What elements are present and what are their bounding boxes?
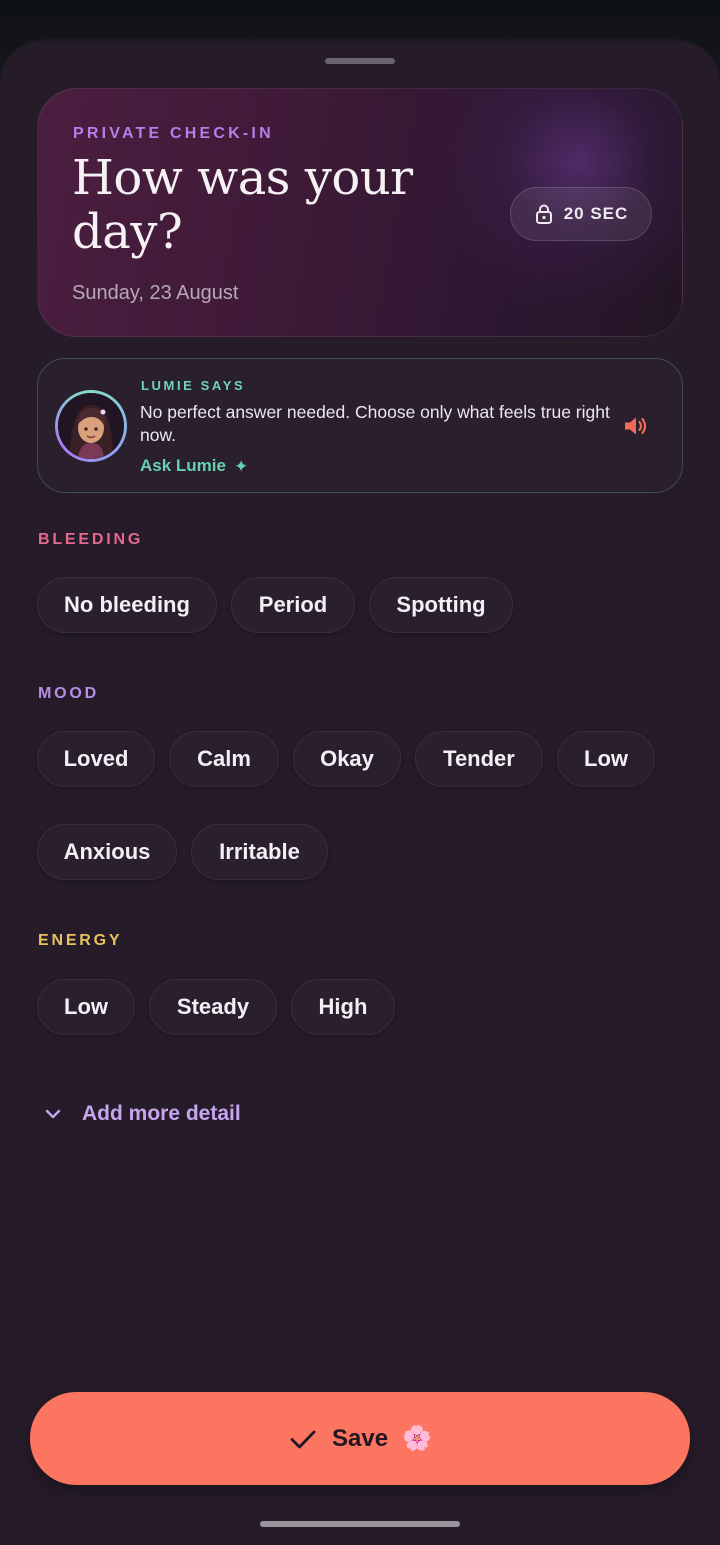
speaker-icon[interactable] <box>623 414 649 438</box>
check-in-header-card: PRIVATE CHECK-IN How was your day? Sunda… <box>37 88 683 337</box>
sheet-grabber[interactable] <box>325 58 395 64</box>
mood-option-loved[interactable]: Loved <box>37 731 155 787</box>
page-title: How was your day? <box>72 150 413 260</box>
bleeding-option-spotting[interactable]: Spotting <box>369 577 513 633</box>
timer-badge: 20 SEC <box>510 187 652 241</box>
mood-option-calm[interactable]: Calm <box>169 731 279 787</box>
sparkle-icon: ✦ <box>233 456 249 476</box>
add-more-detail-toggle[interactable]: Add more detail <box>42 1102 241 1126</box>
bleeding-option-period[interactable]: Period <box>231 577 355 633</box>
mood-section-label: MOOD <box>38 685 99 702</box>
energy-option-steady[interactable]: Steady <box>149 979 277 1035</box>
energy-option-high[interactable]: High <box>291 979 395 1035</box>
save-label: Save <box>332 1424 389 1452</box>
mood-option-anxious[interactable]: Anxious <box>37 824 177 880</box>
chevron-down-icon <box>45 1109 61 1119</box>
mood-option-okay[interactable]: Okay <box>293 731 401 787</box>
lumie-avatar-icon <box>58 393 124 459</box>
home-indicator[interactable] <box>260 1521 460 1527</box>
mood-option-irritable[interactable]: Irritable <box>191 824 328 880</box>
cherry-blossom-icon: 🌸 <box>402 1424 432 1452</box>
lumie-eyebrow: LUMIE SAYS <box>141 378 246 393</box>
bleeding-section-label: BLEEDING <box>38 531 144 548</box>
ask-lumie-label: Ask Lumie <box>140 456 226 475</box>
timer-label: 20 SEC <box>563 204 629 223</box>
ask-lumie-link[interactable]: Ask Lumie ✦ <box>140 456 248 476</box>
mood-option-tender[interactable]: Tender <box>415 731 543 787</box>
check-in-sheet: PRIVATE CHECK-IN How was your day? Sunda… <box>0 41 720 1545</box>
add-more-detail-label: Add more detail <box>82 1102 241 1125</box>
header-date: Sunday, 23 August <box>72 282 239 304</box>
save-button[interactable]: Save 🌸 <box>30 1392 690 1485</box>
header-eyebrow: PRIVATE CHECK-IN <box>73 125 274 142</box>
lumie-card: LUMIE SAYS No perfect answer needed. Cho… <box>37 358 683 493</box>
lock-icon <box>535 204 552 224</box>
mood-option-low[interactable]: Low <box>557 731 655 787</box>
check-icon <box>290 1430 316 1448</box>
lumie-message: No perfect answer needed. Choose only wh… <box>140 402 610 445</box>
energy-section-label: ENERGY <box>38 932 123 949</box>
bleeding-option-no-bleeding[interactable]: No bleeding <box>37 577 217 633</box>
energy-option-low[interactable]: Low <box>37 979 135 1035</box>
avatar[interactable] <box>55 390 127 462</box>
